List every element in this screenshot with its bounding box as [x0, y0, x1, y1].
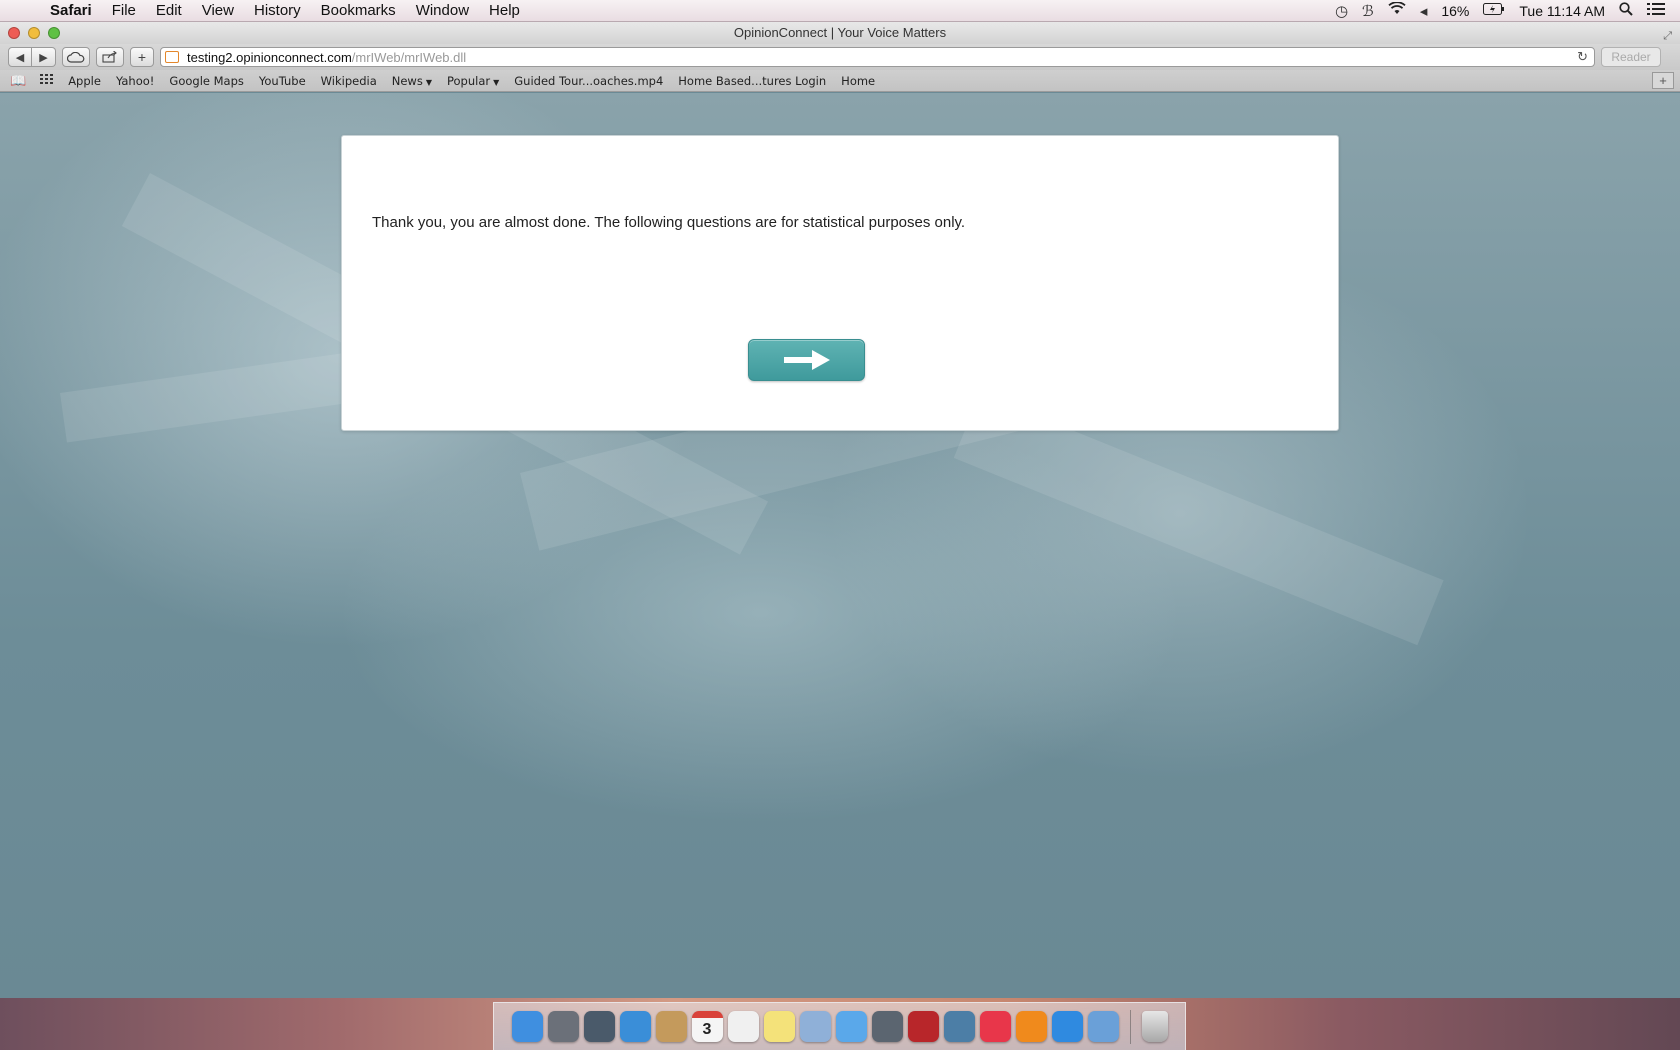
- menu-window[interactable]: Window: [406, 0, 479, 22]
- bookmark-google-maps[interactable]: Google Maps: [169, 74, 243, 88]
- facetime-icon[interactable]: [871, 1011, 903, 1042]
- launchpad-icon[interactable]: [547, 1011, 579, 1042]
- chevron-down-icon: ▼: [493, 77, 500, 87]
- new-tab-button[interactable]: +: [130, 47, 154, 67]
- bookmark-home-based[interactable]: Home Based...tures Login: [678, 74, 826, 88]
- arrow-right-icon: [783, 350, 830, 370]
- clock[interactable]: Tue 11:14 AM: [1519, 3, 1605, 19]
- menu-bar: Safari File Edit View History Bookmarks …: [0, 0, 1680, 22]
- reader-button[interactable]: Reader: [1601, 47, 1661, 67]
- close-window-button[interactable]: [8, 27, 20, 39]
- share-icon: [102, 51, 117, 63]
- itunes-icon[interactable]: [979, 1011, 1011, 1042]
- bookmark-apple[interactable]: Apple: [68, 74, 101, 88]
- volume-icon[interactable]: ◂: [1420, 2, 1428, 20]
- menu-history[interactable]: History: [244, 0, 311, 22]
- notification-center-icon[interactable]: [1647, 2, 1665, 20]
- address-bar[interactable]: testing2.opinionconnect.com/mrIWeb/mrIWe…: [160, 47, 1595, 67]
- photo-booth-icon[interactable]: [907, 1011, 939, 1042]
- menu-edit[interactable]: Edit: [146, 0, 192, 22]
- reload-icon[interactable]: ↻: [1577, 49, 1588, 65]
- page-content: Thank you, you are almost done. The foll…: [0, 93, 1680, 998]
- ibooks-icon[interactable]: [1015, 1011, 1047, 1042]
- finder-icon[interactable]: [511, 1011, 543, 1042]
- bookmark-guided-tour[interactable]: Guided Tour...oaches.mp4: [514, 74, 663, 88]
- menu-app-safari[interactable]: Safari: [40, 0, 102, 22]
- bookmark-folder-news[interactable]: News ▼: [392, 74, 432, 88]
- dock-separator: [1129, 1009, 1131, 1044]
- zoom-window-button[interactable]: [48, 27, 60, 39]
- bookmark-yahoo[interactable]: Yahoo!: [116, 74, 154, 88]
- back-button[interactable]: ◀: [8, 47, 32, 67]
- cloud-icon: [67, 51, 85, 63]
- menu-bookmarks[interactable]: Bookmarks: [311, 0, 406, 22]
- minimize-window-button[interactable]: [28, 27, 40, 39]
- menu-help[interactable]: Help: [479, 0, 530, 22]
- chevron-down-icon: ▼: [425, 77, 432, 87]
- menu-view[interactable]: View: [192, 0, 244, 22]
- bookmark-folder-popular-label: Popular: [446, 73, 491, 88]
- top-sites-grid-icon[interactable]: [40, 73, 54, 88]
- battery-percent: 16%: [1441, 2, 1470, 19]
- bookmarks-bar: 📖 Apple Yahoo! Google Maps YouTube Wikip…: [0, 70, 1680, 92]
- favicon-icon: [165, 51, 179, 63]
- battery-icon[interactable]: [1483, 2, 1505, 19]
- wifi-icon[interactable]: [1388, 1, 1406, 19]
- trash-icon[interactable]: [1141, 1011, 1168, 1042]
- app-store-icon[interactable]: [1051, 1011, 1083, 1042]
- menu-file[interactable]: File: [102, 0, 146, 22]
- reminders-icon[interactable]: [727, 1011, 759, 1042]
- survey-card: Thank you, you are almost done. The foll…: [341, 135, 1339, 431]
- mission-control-icon[interactable]: [583, 1011, 615, 1042]
- window-controls: [8, 27, 60, 39]
- bookmark-youtube[interactable]: YouTube: [259, 74, 306, 88]
- bookmark-home[interactable]: Home: [841, 74, 875, 88]
- bookmark-folder-popular[interactable]: Popular ▼: [447, 74, 499, 88]
- bookmark-folder-news-label: News: [391, 73, 423, 88]
- url-path: /mrIWeb/mrIWeb.dll: [351, 49, 467, 65]
- contacts-icon[interactable]: [655, 1011, 687, 1042]
- share-button[interactable]: [96, 47, 124, 67]
- time-machine-icon[interactable]: ◷: [1335, 2, 1348, 20]
- preview-icon[interactable]: [799, 1011, 831, 1042]
- browser-toolbar: ◀ ▶ + testing2.opinionconnect.com/mrIWeb…: [0, 44, 1680, 70]
- survey-message: Thank you, you are almost done. The foll…: [372, 214, 966, 231]
- url-domain: testing2.opinionconnect.com: [187, 49, 352, 65]
- messages-icon[interactable]: [835, 1011, 867, 1042]
- bluetooth-icon[interactable]: ℬ: [1362, 2, 1374, 20]
- calendar-icon[interactable]: 3: [691, 1011, 723, 1042]
- notes-icon[interactable]: [763, 1011, 795, 1042]
- nav-buttons: ◀ ▶: [8, 47, 56, 67]
- icloud-tabs-button[interactable]: [62, 47, 90, 67]
- spotlight-icon[interactable]: [1619, 1, 1633, 20]
- next-button[interactable]: [748, 339, 865, 381]
- window-title: OpinionConnect | Your Voice Matters: [733, 25, 947, 40]
- bookmark-wikipedia[interactable]: Wikipedia: [321, 74, 377, 88]
- window-titlebar: OpinionConnect | Your Voice Matters ⤢: [0, 22, 1680, 44]
- word-icon[interactable]: [1087, 1011, 1119, 1042]
- status-area: ◷ ℬ ◂ 16% Tue 11:14 AM: [1328, 0, 1680, 22]
- dock: 3: [493, 1002, 1186, 1050]
- reading-list-icon[interactable]: 📖: [10, 73, 26, 89]
- add-tab-icon[interactable]: +: [1652, 72, 1674, 89]
- forward-button[interactable]: ▶: [32, 47, 56, 67]
- iphoto-icon[interactable]: [943, 1011, 975, 1042]
- safari-icon[interactable]: [619, 1011, 651, 1042]
